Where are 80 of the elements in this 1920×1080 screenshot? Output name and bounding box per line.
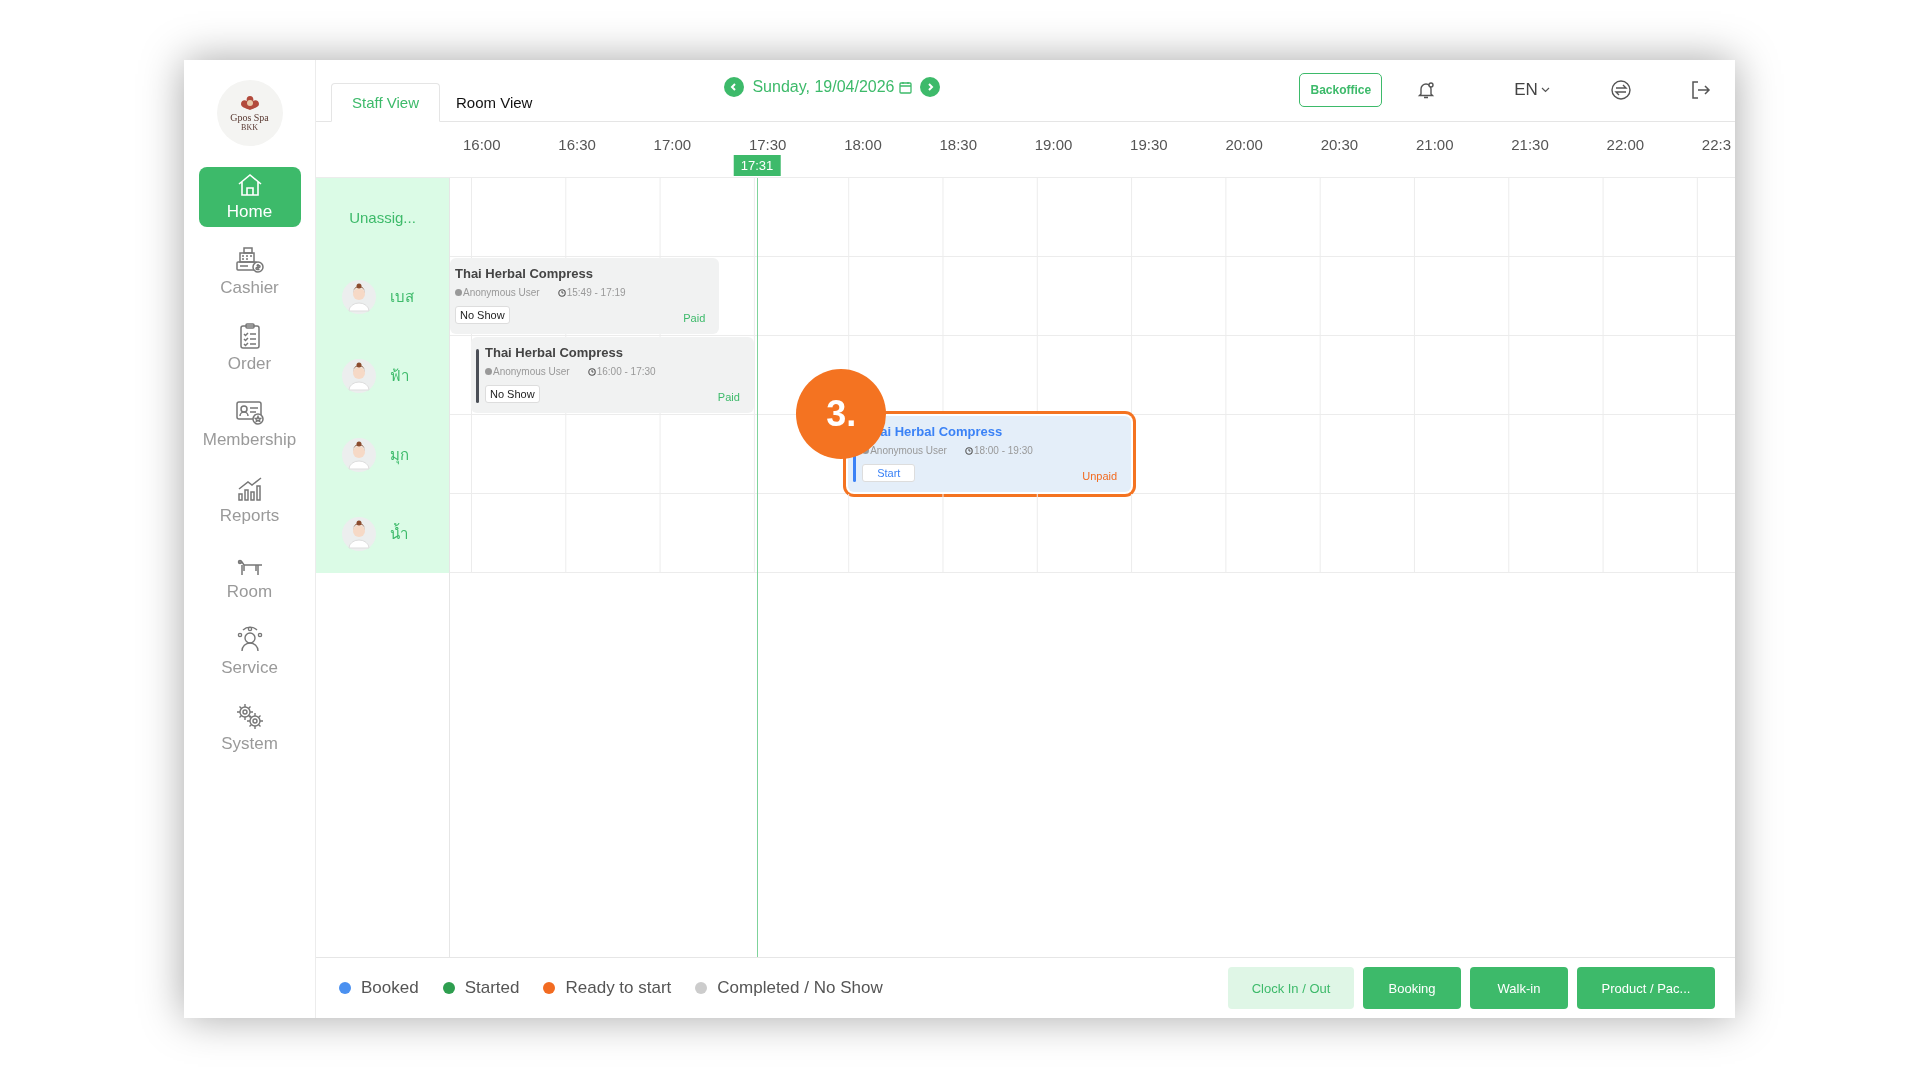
action-button[interactable]: Booking	[1363, 967, 1461, 1009]
chevron-icon	[925, 82, 936, 92]
notification-bell-icon[interactable]	[1416, 80, 1437, 100]
customer-name: Anonymous User	[485, 366, 570, 377]
group-label: Unassig...	[349, 209, 416, 226]
payment-status: Paid	[717, 391, 740, 403]
legend-label: Ready to start	[565, 978, 672, 998]
action-button[interactable]: No Show	[485, 385, 540, 403]
gears-icon	[234, 702, 265, 730]
booking-card[interactable]: Thai Herbal Compress Anonymous User 15:49 - 17:19 No Show Paid	[450, 258, 720, 334]
exchange-icon[interactable]	[1609, 79, 1632, 101]
time-label: 19:00	[1034, 136, 1073, 153]
staff-name: ฟ้า	[390, 365, 409, 386]
dot-icon	[485, 368, 492, 375]
time-label: 17:00	[653, 136, 692, 153]
legend-label: Booked	[361, 978, 419, 998]
legend-label: Started	[464, 978, 520, 998]
time-label: 18:30	[939, 136, 978, 153]
sidebar-item[interactable]: System	[198, 699, 301, 759]
action-button[interactable]: No Show	[455, 306, 510, 324]
time-label: 16:00	[463, 136, 501, 153]
action-button[interactable]: Start	[862, 464, 916, 482]
time-label: 21:30	[1511, 136, 1549, 153]
sidebar-item[interactable]: Membership	[198, 395, 301, 455]
booking-time: 16:00 - 17:30	[587, 366, 656, 377]
staff-name: เบส	[390, 286, 414, 307]
sidebar-item[interactable]: Home	[198, 167, 301, 227]
customer-name: Anonymous User	[455, 287, 540, 298]
clock-icon	[557, 288, 566, 297]
service-title: ai Herbal Compress	[879, 424, 1004, 439]
calendar-icon	[899, 80, 913, 94]
dot-icon	[455, 289, 462, 296]
time-label: 20:00	[1225, 136, 1263, 153]
sidebar-item[interactable]: Service	[198, 623, 301, 683]
chevron-down-icon	[1540, 87, 1550, 93]
time-label: 22:3	[1701, 136, 1732, 153]
payment-status: Unpaid	[1082, 470, 1118, 482]
staff-name: มุก	[390, 444, 409, 467]
action-button[interactable]: Walk-in	[1470, 967, 1568, 1009]
time-label: 17:30	[748, 136, 787, 153]
time-label: 21:00	[1415, 136, 1454, 153]
action-button[interactable]: Clock In / Out	[1228, 967, 1354, 1009]
time-label: 16:30	[558, 136, 596, 153]
backoffice-button[interactable]: Backoffice	[1299, 73, 1383, 107]
clock-icon	[587, 367, 596, 376]
current-time-badge: 17:31	[733, 155, 781, 176]
cash-register-icon	[234, 246, 265, 274]
service-title: Thai Herbal Compress	[485, 345, 624, 360]
sidebar-item[interactable]: Order	[198, 319, 301, 379]
logo-subtitle: BKK	[241, 122, 258, 133]
service-title: Thai Herbal Compress	[455, 266, 594, 281]
time-label: 18:00	[844, 136, 882, 153]
avatar-icon	[342, 279, 376, 314]
bar-chart-icon	[235, 476, 264, 502]
time-label: 19:30	[1130, 136, 1168, 153]
booking-time: 15:49 - 17:19	[557, 287, 626, 298]
date-label[interactable]: Sunday, 19/04/2026	[752, 78, 913, 96]
sidebar-item[interactable]: Cashier	[198, 243, 301, 303]
avatar-icon	[342, 358, 376, 393]
view-tab[interactable]: Staff View	[331, 83, 440, 122]
time-label: 22:00	[1606, 136, 1645, 153]
action-button[interactable]: Product / Pac...	[1577, 967, 1715, 1009]
payment-status: Paid	[683, 312, 706, 324]
view-tab[interactable]: Room View	[440, 83, 553, 122]
language-dropdown[interactable]: EN	[1514, 80, 1550, 100]
legend-label: Completed / No Show	[717, 978, 883, 998]
booking-card[interactable]: Thai Herbal Compress Anonymous User 16:00 - 17:30 No Show Paid	[471, 337, 754, 413]
person-icon	[235, 626, 264, 654]
sidebar-item[interactable]: Room	[198, 547, 301, 607]
bed-icon	[235, 558, 264, 578]
clock-icon	[964, 446, 973, 455]
booking-time: 18:00 - 19:30	[964, 445, 1033, 456]
avatar-icon	[342, 437, 376, 472]
sidebar-item[interactable]: Reports	[198, 471, 301, 531]
clipboard-icon	[237, 322, 262, 350]
time-label: 20:30	[1320, 136, 1359, 153]
id-card-icon	[234, 400, 265, 426]
logo-name: Gpos Spa	[230, 112, 269, 123]
avatar-icon	[342, 516, 376, 551]
staff-name: น้ำ	[390, 522, 408, 544]
